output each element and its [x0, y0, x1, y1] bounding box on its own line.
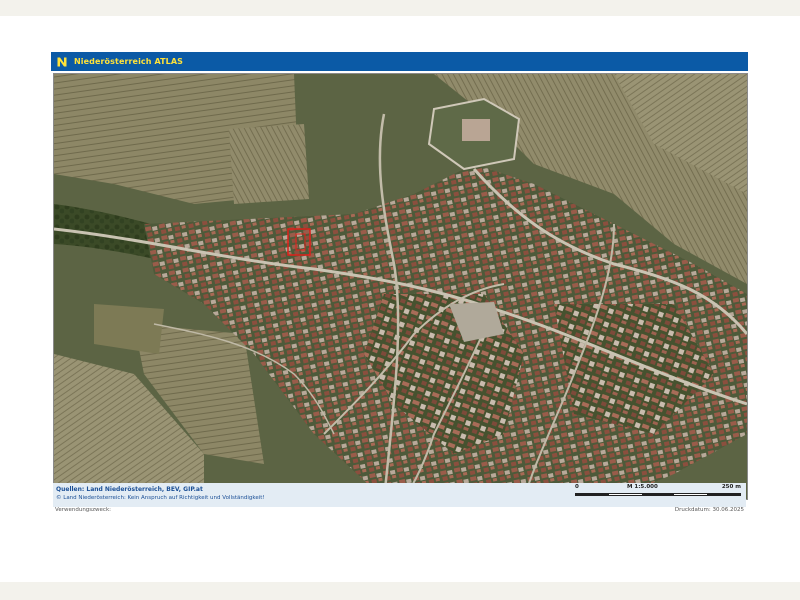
copyright-notice: © Land Niederösterreich: Kein Anspruch a…: [56, 495, 265, 501]
noe-logo-icon: [56, 55, 68, 68]
scale-ratio-label: M 1:5.000: [627, 484, 658, 490]
atlas-title: Niederösterreich ATLAS: [74, 57, 184, 66]
atlas-header: Niederösterreich ATLAS: [51, 52, 748, 73]
map-viewport[interactable]: [53, 73, 748, 500]
scale-bar: 0 M 1:5.000 250 m: [575, 484, 741, 500]
usage-purpose-label: Verwendungszweck:: [55, 507, 111, 513]
aerial-map: [54, 74, 747, 499]
scale-end-label: 250 m: [721, 484, 741, 490]
print-date: Druckdatum: 30.06.2025: [674, 507, 744, 513]
scale-start-label: 0: [575, 484, 579, 490]
map-sources: Quellen: Land Niederösterreich, BEV, GIP…: [56, 486, 203, 493]
scale-track: [575, 493, 741, 496]
